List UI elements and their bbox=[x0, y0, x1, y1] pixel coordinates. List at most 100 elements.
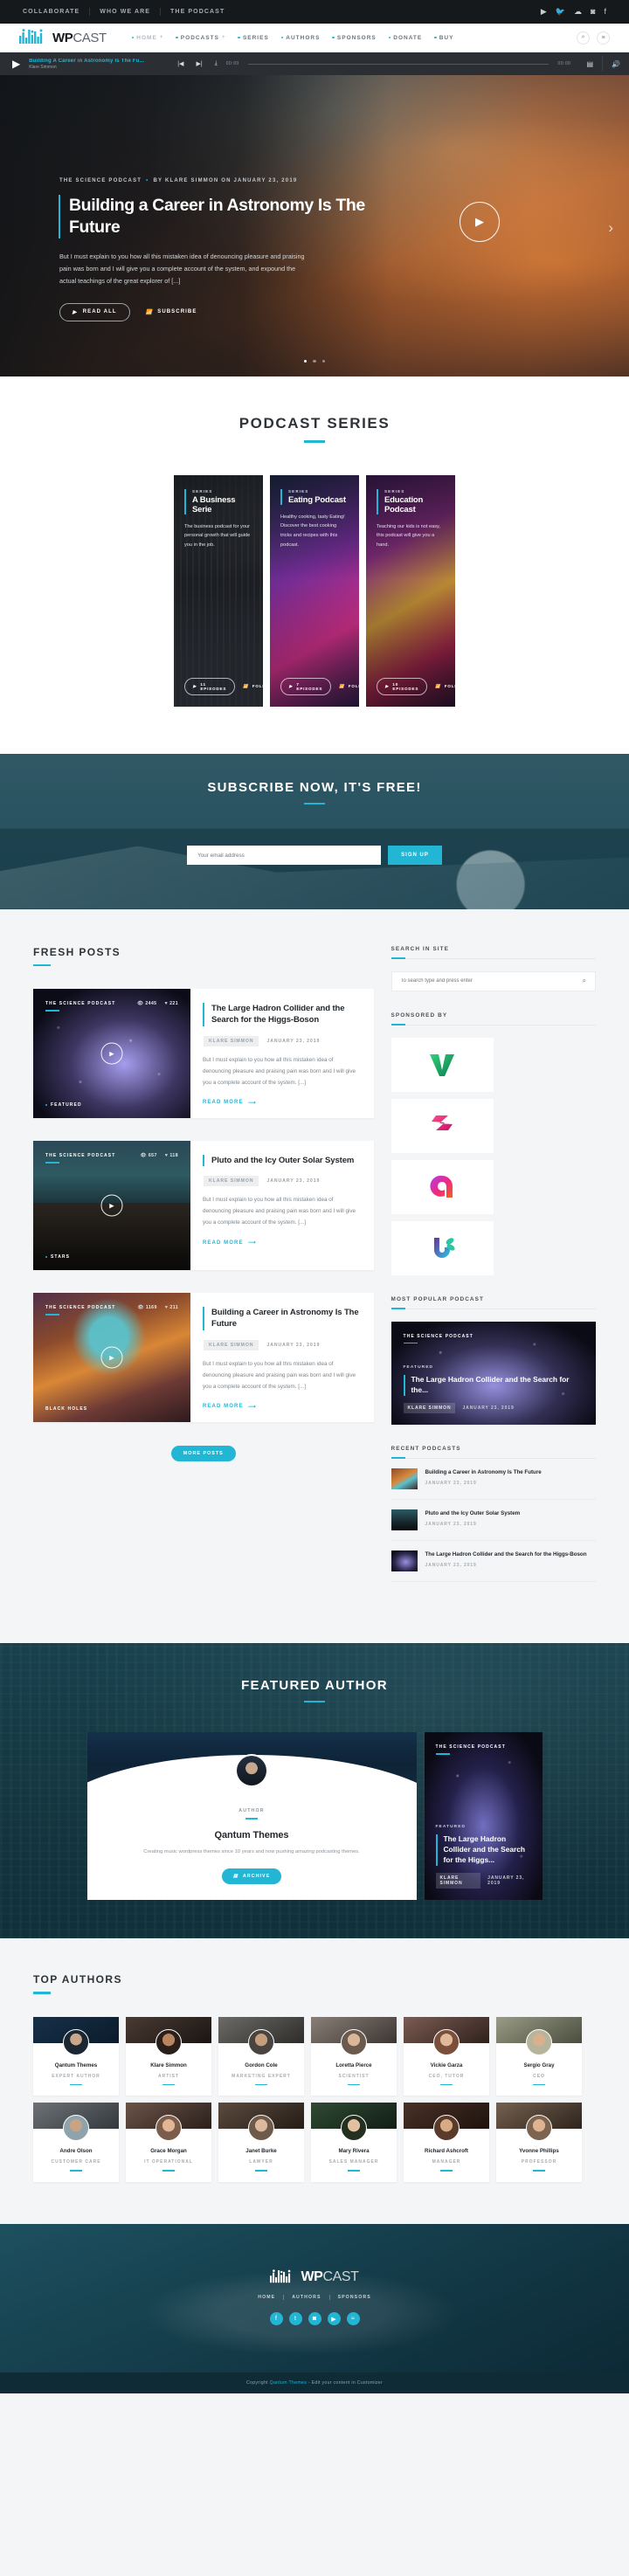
nav-item-donate[interactable]: DONATE bbox=[383, 35, 428, 41]
author-tile[interactable]: Qantum Themes EXPERT AUTHOR bbox=[33, 2016, 119, 2096]
read-all-button[interactable]: ▶ READ ALL bbox=[59, 302, 130, 321]
author-name[interactable]: Qantum Themes bbox=[33, 2062, 119, 2068]
author-tile[interactable]: Mary Rivera SALES MANAGER bbox=[311, 2103, 397, 2183]
post-play-button[interactable]: ▶ bbox=[100, 1042, 123, 1065]
author-tile[interactable]: Andre Olson CUSTOMER CARE bbox=[33, 2103, 119, 2183]
post-tag[interactable]: FEATURED bbox=[45, 1102, 82, 1108]
subscribe-link[interactable]: 📶 SUBSCRIBE bbox=[146, 309, 197, 315]
post-category[interactable]: THE SCIENCE PODCAST bbox=[45, 1001, 115, 1012]
author-tile[interactable]: Yvonne Phillips PROFESSOR bbox=[496, 2103, 582, 2183]
topbar-link-the-podcast[interactable]: THE PODCAST bbox=[161, 8, 234, 16]
author-tile[interactable]: Janet Burke LAWYER bbox=[218, 2103, 304, 2183]
author-name[interactable]: Grace Morgan bbox=[126, 2148, 211, 2154]
download-icon[interactable]: ⤓ bbox=[215, 60, 218, 67]
popular-title[interactable]: The Large Hadron Collider and the Search… bbox=[403, 1374, 584, 1396]
post-thumbnail[interactable]: THE SCIENCE PODCAST 👁 1169 ♥ 211 ▶ BLACK H… bbox=[33, 1293, 190, 1422]
post-title[interactable]: The Large Hadron Collider and the Search… bbox=[203, 1003, 360, 1026]
author-name[interactable]: Klare Simmon bbox=[126, 2062, 211, 2068]
hamburger-menu-icon[interactable]: ≡ bbox=[597, 31, 610, 45]
author-name[interactable]: Sergio Gray bbox=[496, 2062, 582, 2068]
series-follow-link[interactable]: 📶FOLLOW bbox=[243, 684, 263, 689]
search-icon[interactable]: ⌕ bbox=[583, 977, 586, 985]
recent-title[interactable]: The Large Hadron Collider and the Search… bbox=[425, 1550, 587, 1559]
post-card[interactable]: THE SCIENCE PODCAST 👁 2445 ♥ 221 ▶ FEATURE… bbox=[33, 989, 374, 1118]
author-tile[interactable]: Richard Ashcroft MANAGER bbox=[404, 2103, 489, 2183]
hero-dot-1[interactable] bbox=[303, 359, 308, 363]
post-tag[interactable]: STARS bbox=[45, 1254, 70, 1260]
twitter-icon[interactable]: t bbox=[288, 2312, 302, 2326]
series-episodes-button[interactable]: ▶ 11 EPISODES bbox=[184, 677, 236, 695]
featured-author-podcast-card[interactable]: THE SCIENCE PODCAST FEATURED The Large H… bbox=[424, 1732, 543, 1900]
author-name[interactable]: Janet Burke bbox=[218, 2148, 304, 2154]
sidebar-search-box[interactable]: ⌕ bbox=[391, 970, 596, 991]
post-title[interactable]: Pluto and the Icy Outer Solar System bbox=[203, 1155, 360, 1167]
copyright-link[interactable]: Qantum Themes bbox=[270, 2380, 307, 2386]
author-card[interactable]: AUTHOR Qantum Themes Creating music word… bbox=[86, 1732, 417, 1900]
post-thumbnail[interactable]: THE SCIENCE PODCAST 👁 657 ♥ 118 ▶ STARS bbox=[33, 1141, 190, 1270]
author-name[interactable]: Andre Olson bbox=[33, 2148, 119, 2154]
hero-play-button[interactable]: ▶ bbox=[460, 202, 500, 242]
topbar-link-who-we-are[interactable]: WHO WE ARE bbox=[90, 8, 162, 16]
author-tile[interactable]: Vickie Garza CEO, TUTOR bbox=[404, 2016, 489, 2096]
playlist-icon[interactable]: ▤ bbox=[586, 60, 593, 68]
series-card[interactable]: SERIES Eating Podcast Healthy cooking, t… bbox=[270, 474, 359, 707]
post-author[interactable]: KLARE SIMMON bbox=[204, 1035, 259, 1046]
nav-item-podcasts[interactable]: PODCASTS + bbox=[169, 35, 232, 41]
more-posts-button[interactable]: MORE POSTS bbox=[170, 1446, 236, 1461]
recent-podcast-item[interactable]: The Large Hadron Collider and the Search… bbox=[391, 1541, 596, 1582]
sponsor-logo-u[interactable] bbox=[391, 1220, 494, 1275]
search-icon[interactable]: ⌕ bbox=[577, 31, 590, 45]
sidebar-search-input[interactable] bbox=[400, 978, 583, 984]
post-play-button[interactable]: ▶ bbox=[100, 1346, 123, 1369]
most-popular-card[interactable]: THE SCIENCE PODCAST FEATURED The Large H… bbox=[391, 1321, 596, 1425]
recent-podcast-item[interactable]: Building a Career in Astronomy Is The Fu… bbox=[391, 1459, 596, 1500]
author-tile[interactable]: Klare Simmon ARTIST bbox=[126, 2016, 211, 2096]
series-card[interactable]: SERIES Education Podcast Teaching our ki… bbox=[366, 474, 455, 707]
author-name[interactable]: Mary Rivera bbox=[311, 2148, 397, 2154]
recent-title[interactable]: Pluto and the Icy Outer Solar System bbox=[425, 1509, 521, 1518]
post-card[interactable]: THE SCIENCE PODCAST 👁 1169 ♥ 211 ▶ BLACK H… bbox=[33, 1293, 374, 1422]
post-play-button[interactable]: ▶ bbox=[100, 1194, 123, 1217]
instagram-icon[interactable]: ◙ bbox=[591, 8, 595, 16]
hero-dot-3[interactable] bbox=[321, 359, 326, 363]
facebook-icon[interactable]: f bbox=[604, 8, 606, 16]
volume-icon[interactable]: 🔊 bbox=[612, 60, 620, 68]
author-name[interactable]: Loretta Pierce bbox=[311, 2062, 397, 2068]
read-more-link[interactable]: READ MORE ⟶ bbox=[203, 1404, 256, 1410]
recent-podcast-item[interactable]: Pluto and the Icy Outer Solar System JAN… bbox=[391, 1500, 596, 1541]
author-name[interactable]: Gordon Cole bbox=[218, 2062, 304, 2068]
sponsor-logo-a[interactable] bbox=[391, 1159, 494, 1214]
post-thumbnail[interactable]: THE SCIENCE PODCAST 👁 2445 ♥ 221 ▶ FEATURE… bbox=[33, 989, 190, 1118]
instagram-icon[interactable]: ◙ bbox=[308, 2312, 321, 2326]
footer-link-sponsors[interactable]: SPONSORS bbox=[330, 2295, 379, 2300]
read-more-link[interactable]: READ MORE ⟶ bbox=[203, 1240, 256, 1247]
nav-item-series[interactable]: SERIES bbox=[232, 35, 274, 41]
author-tile[interactable]: Sergio Gray CEO bbox=[496, 2016, 582, 2096]
podcast-title[interactable]: The Large Hadron Collider and the Search… bbox=[435, 1834, 531, 1866]
rss-icon[interactable]: ≈ bbox=[346, 2312, 360, 2326]
site-logo[interactable]: WPCAST bbox=[19, 29, 107, 46]
facebook-icon[interactable]: f bbox=[269, 2312, 283, 2326]
author-tile[interactable]: Loretta Pierce SCIENTIST bbox=[311, 2016, 397, 2096]
post-category[interactable]: THE SCIENCE PODCAST bbox=[45, 1153, 115, 1164]
series-follow-link[interactable]: 📶FOLLOW bbox=[339, 684, 359, 689]
footer-logo[interactable]: WPCAST bbox=[0, 2269, 629, 2285]
post-author[interactable]: KLARE SIMMON bbox=[204, 1339, 259, 1350]
signup-button[interactable]: SIGN UP bbox=[388, 846, 442, 865]
hero-next-arrow[interactable]: › bbox=[608, 219, 613, 237]
popular-category[interactable]: THE SCIENCE PODCAST bbox=[403, 1334, 584, 1343]
player-progress-bar[interactable] bbox=[247, 63, 550, 65]
series-card[interactable]: SERIES A Business Serie The business pod… bbox=[174, 474, 263, 707]
hero-category[interactable]: THE SCIENCE PODCAST bbox=[59, 178, 142, 183]
author-archive-button[interactable]: ▤ ARCHIVE bbox=[221, 1868, 282, 1884]
author-name[interactable]: Yvonne Phillips bbox=[496, 2148, 582, 2154]
nav-item-sponsors[interactable]: SPONSORS bbox=[326, 35, 382, 41]
author-tile[interactable]: Grace Morgan IT OPERATIONAL bbox=[126, 2103, 211, 2183]
author-name[interactable]: Qantum Themes bbox=[87, 1830, 417, 1840]
email-input[interactable] bbox=[187, 846, 382, 865]
nav-item-home[interactable]: HOME + bbox=[126, 35, 170, 41]
post-card[interactable]: THE SCIENCE PODCAST 👁 657 ♥ 118 ▶ STARS Pl… bbox=[33, 1141, 374, 1270]
author-name[interactable]: Richard Ashcroft bbox=[404, 2148, 489, 2154]
previous-track-icon[interactable]: |◀ bbox=[177, 60, 183, 67]
podcast-category[interactable]: THE SCIENCE PODCAST bbox=[435, 1744, 531, 1755]
